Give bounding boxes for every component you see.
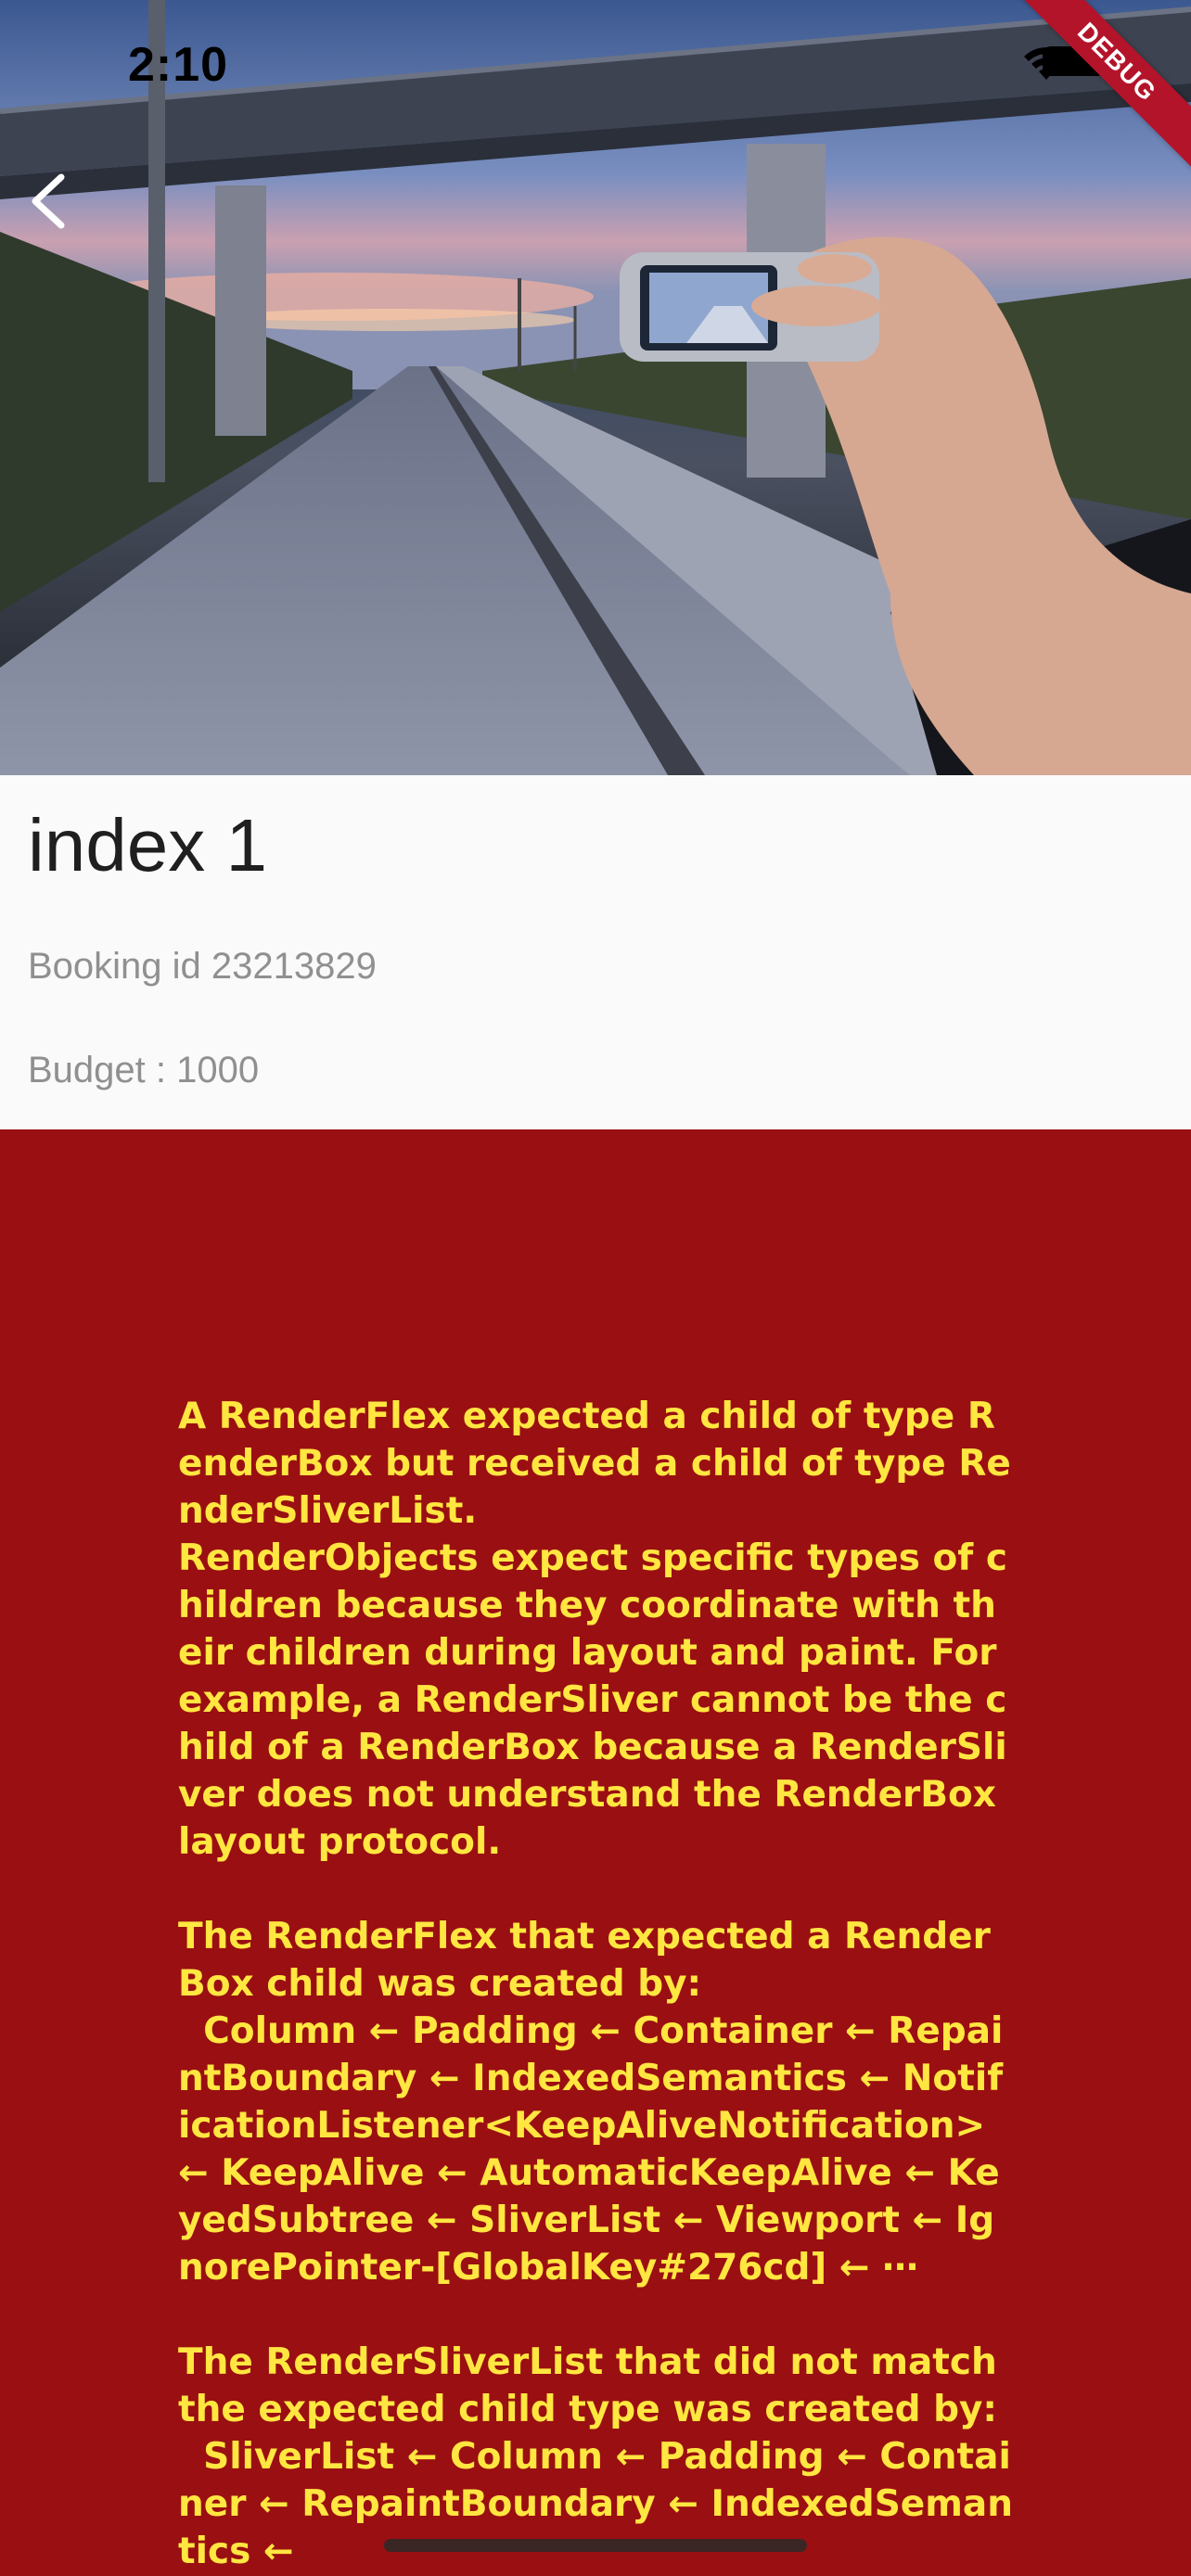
home-indicator[interactable] — [384, 2539, 807, 2552]
status-time: 2:10 — [128, 38, 229, 92]
detail-panel: index 1 Booking id 23213829 Budget : 100… — [0, 775, 1191, 1129]
chevron-left-icon — [32, 173, 65, 229]
screen: 2:10 DEBUG index 1 Booking id 23213829 B… — [0, 0, 1191, 2576]
back-button[interactable] — [28, 172, 93, 246]
item-title: index 1 — [28, 804, 267, 886]
header-photo: 2:10 DEBUG — [0, 0, 1191, 775]
header-photo-illustration — [0, 0, 1191, 775]
budget-text: Budget : 1000 — [28, 1050, 260, 1090]
booking-id-text: Booking id 23213829 — [28, 946, 377, 987]
error-message: A RenderFlex expected a child of type Re… — [178, 1396, 1013, 2572]
error-panel: A RenderFlex expected a child of type Re… — [0, 1129, 1191, 2576]
